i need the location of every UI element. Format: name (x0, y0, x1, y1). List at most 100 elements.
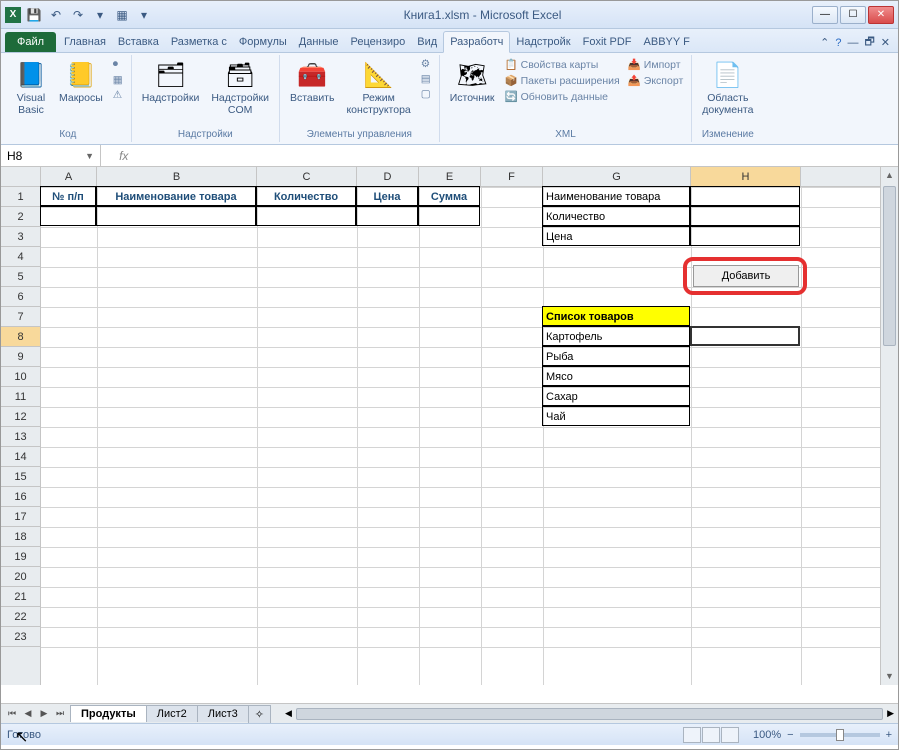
tab-formulas[interactable]: Формулы (233, 32, 293, 52)
page-break-view-button[interactable] (721, 727, 739, 743)
add-button[interactable]: Добавить (693, 265, 799, 287)
list-item-4[interactable]: Чай (542, 406, 690, 426)
row-header-8[interactable]: 8 (1, 327, 40, 347)
row-header-2[interactable]: 2 (1, 207, 40, 227)
col-header-A[interactable]: A (41, 167, 97, 186)
tab-foxit[interactable]: Foxit PDF (577, 32, 638, 52)
qat-more-icon[interactable]: ▾ (91, 6, 109, 24)
tab-insert[interactable]: Вставка (112, 32, 165, 52)
map-props-button[interactable]: 📋Свойства карты (503, 57, 622, 72)
addins-button[interactable]: 🗂 Надстройки (138, 57, 204, 107)
zoom-thumb[interactable] (836, 729, 844, 741)
header-cell-D1[interactable]: Цена (356, 186, 418, 206)
tab-developer[interactable]: Разработч (443, 31, 510, 53)
tab-home[interactable]: Главная (58, 32, 112, 52)
list-item-1[interactable]: Рыба (542, 346, 690, 366)
vscroll-thumb[interactable] (883, 186, 896, 346)
cell-A2[interactable] (40, 206, 96, 226)
cell-D2[interactable] (356, 206, 418, 226)
row-header-11[interactable]: 11 (1, 387, 40, 407)
zoom-out-button[interactable]: − (787, 729, 793, 741)
horizontal-scrollbar[interactable]: ◀ ▶ (281, 708, 898, 720)
sheet-tab-3[interactable]: Лист3 (197, 705, 249, 722)
scroll-up-icon[interactable]: ▲ (881, 167, 898, 184)
col-header-G[interactable]: G (543, 167, 691, 186)
macros-button[interactable]: 📒 Макросы (55, 57, 107, 107)
zoom-level[interactable]: 100% (753, 729, 781, 741)
relative-refs-button[interactable]: ▦ (111, 73, 125, 87)
doc-min-icon[interactable]: — (847, 37, 858, 49)
list-header-cell[interactable]: Список товаров (542, 306, 690, 326)
zoom-in-button[interactable]: + (886, 729, 892, 741)
vertical-scrollbar[interactable]: ▲ ▼ (880, 167, 898, 685)
close-button[interactable]: ✕ (868, 6, 894, 24)
com-addins-button[interactable]: 🗃 Надстройки COM (207, 57, 273, 118)
header-cell-B1[interactable]: Наименование товара (96, 186, 256, 206)
doc-close-icon[interactable]: ✕ (881, 36, 890, 49)
insert-control-button[interactable]: 🧰 Вставить (286, 57, 339, 107)
col-header-C[interactable]: C (257, 167, 357, 186)
source-button[interactable]: 🗺 Источник (446, 57, 499, 107)
normal-view-button[interactable] (683, 727, 701, 743)
sheet-last-icon[interactable]: ⏭ (53, 708, 67, 719)
cell-H3[interactable] (690, 226, 800, 246)
row-header-1[interactable]: 1 (1, 187, 40, 207)
minimize-button[interactable]: — (812, 6, 838, 24)
expansion-packs-button[interactable]: 📦Пакеты расширения (503, 73, 622, 88)
import-button[interactable]: 📥Импорт (626, 57, 686, 72)
col-header-D[interactable]: D (357, 167, 419, 186)
qat-dropdown-icon[interactable]: ▾ (135, 6, 153, 24)
col-header-H[interactable]: H (691, 167, 801, 186)
save-icon[interactable]: 💾 (25, 6, 43, 24)
row-header-21[interactable]: 21 (1, 587, 40, 607)
cell-C2[interactable] (256, 206, 356, 226)
hscroll-right-icon[interactable]: ▶ (883, 708, 898, 719)
row-header-9[interactable]: 9 (1, 347, 40, 367)
visual-basic-button[interactable]: 📘 Visual Basic (11, 57, 51, 118)
sheet-tab-active[interactable]: Продукты (70, 705, 147, 722)
new-sheet-button[interactable]: ✧ (248, 705, 271, 723)
file-tab[interactable]: Файл (5, 32, 56, 52)
row-header-12[interactable]: 12 (1, 407, 40, 427)
row-header-22[interactable]: 22 (1, 607, 40, 627)
sheet-next-icon[interactable]: ▶ (37, 708, 51, 719)
row-header-5[interactable]: 5 (1, 267, 40, 287)
cell-H1[interactable] (690, 186, 800, 206)
row-header-4[interactable]: 4 (1, 247, 40, 267)
row-header-20[interactable]: 20 (1, 567, 40, 587)
cell-H2[interactable] (690, 206, 800, 226)
cell-E2[interactable] (418, 206, 480, 226)
select-all-corner[interactable] (1, 167, 41, 187)
side-label-G3[interactable]: Цена (542, 226, 690, 246)
maximize-button[interactable]: ☐ (840, 6, 866, 24)
tab-abbyy[interactable]: ABBYY F (638, 32, 696, 52)
document-panel-button[interactable]: 📄 Область документа (698, 57, 757, 118)
list-item-3[interactable]: Сахар (542, 386, 690, 406)
row-header-7[interactable]: 7 (1, 307, 40, 327)
row-header-14[interactable]: 14 (1, 447, 40, 467)
zoom-slider[interactable] (800, 733, 880, 737)
row-header-15[interactable]: 15 (1, 467, 40, 487)
col-header-B[interactable]: B (97, 167, 257, 186)
doc-restore-icon[interactable]: 🗗 (864, 33, 874, 52)
run-dialog-button[interactable]: ▢ (419, 87, 433, 101)
help-icon[interactable]: ? (835, 37, 841, 49)
formula-input[interactable] (132, 145, 898, 166)
page-layout-view-button[interactable] (702, 727, 720, 743)
hscroll-thumb[interactable] (296, 708, 883, 720)
tab-addins[interactable]: Надстройк (510, 32, 576, 52)
cell-B2[interactable] (96, 206, 256, 226)
side-label-G2[interactable]: Количество (542, 206, 690, 226)
tab-view[interactable]: Вид (411, 32, 443, 52)
properties-button[interactable]: ⚙ (419, 57, 433, 71)
name-box[interactable]: H8 ▼ (1, 145, 101, 166)
row-header-13[interactable]: 13 (1, 427, 40, 447)
list-item-2[interactable]: Мясо (542, 366, 690, 386)
sheet-tab-2[interactable]: Лист2 (146, 705, 198, 722)
list-item-0[interactable]: Картофель (542, 326, 690, 346)
row-header-19[interactable]: 19 (1, 547, 40, 567)
row-header-3[interactable]: 3 (1, 227, 40, 247)
redo-icon[interactable]: ↷ (69, 6, 87, 24)
ribbon-minimize-icon[interactable]: ⌃ (820, 36, 829, 49)
sheet-prev-icon[interactable]: ◀ (21, 708, 35, 719)
